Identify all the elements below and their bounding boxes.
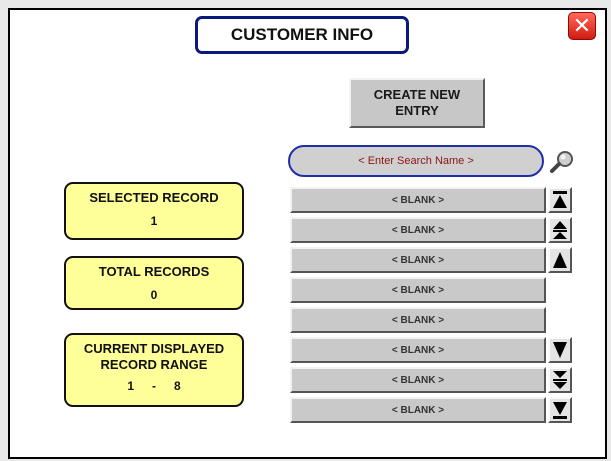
record-row-label: < BLANK > [391,224,445,236]
line-down-button[interactable] [548,337,572,363]
displayed-range-label-line2: RECORD RANGE [100,357,208,372]
selected-record-panel: SELECTED RECORD 1 [64,182,244,240]
search-input[interactable]: < Enter Search Name > [288,145,544,177]
record-row-label: < BLANK > [391,254,445,266]
record-row-label: < BLANK > [391,374,445,386]
search-icon[interactable] [548,147,576,175]
page-down-icon [553,371,567,389]
page-down-button[interactable] [548,367,572,393]
displayed-range-label-line1: CURRENT DISPLAYED [83,341,225,356]
line-down-icon [553,342,567,358]
range-separator: - [152,379,156,393]
displayed-range-values: 1 - 8 [66,379,242,393]
create-new-entry-label-line2: ENTRY [395,103,439,118]
close-button[interactable]: ✕ [568,12,596,40]
create-new-entry-button[interactable]: CREATE NEW ENTRY [349,78,485,128]
scroll-top-icon [553,191,567,208]
scroll-bottom-button[interactable] [548,397,572,423]
record-row[interactable]: < BLANK > [290,307,546,333]
close-icon: ✕ [572,13,592,38]
displayed-range-panel: CURRENT DISPLAYED RECORD RANGE 1 - 8 [64,333,244,407]
range-start: 1 [127,379,134,393]
total-records-panel: TOTAL RECORDS 0 [64,256,244,310]
scroll-top-button[interactable] [548,187,572,213]
selected-record-value: 1 [150,214,158,228]
record-row-label: < BLANK > [391,344,445,356]
record-row[interactable]: < BLANK > [290,397,546,423]
page-title-text: CUSTOMER INFO [230,25,374,44]
total-records-value: 0 [150,288,158,302]
scroll-bottom-icon [553,402,567,419]
record-row-label: < BLANK > [391,314,445,326]
page-up-button[interactable] [548,217,572,243]
record-row-label: < BLANK > [391,404,445,416]
record-row[interactable]: < BLANK > [290,217,546,243]
record-row[interactable]: < BLANK > [290,367,546,393]
record-row-label: < BLANK > [391,284,445,296]
page-up-icon [553,221,567,239]
record-row[interactable]: < BLANK > [290,337,546,363]
line-up-button[interactable] [548,247,572,273]
range-end: 8 [174,379,181,393]
record-row[interactable]: < BLANK > [290,277,546,303]
total-records-label: TOTAL RECORDS [98,264,210,279]
record-row-label: < BLANK > [391,194,445,206]
search-placeholder: < Enter Search Name > [358,155,474,167]
page-title: CUSTOMER INFO [195,16,409,54]
record-row[interactable]: < BLANK > [290,187,546,213]
line-up-icon [553,252,567,268]
record-row[interactable]: < BLANK > [290,247,546,273]
create-new-entry-label-line1: CREATE NEW [373,87,461,102]
selected-record-label: SELECTED RECORD [89,190,219,205]
